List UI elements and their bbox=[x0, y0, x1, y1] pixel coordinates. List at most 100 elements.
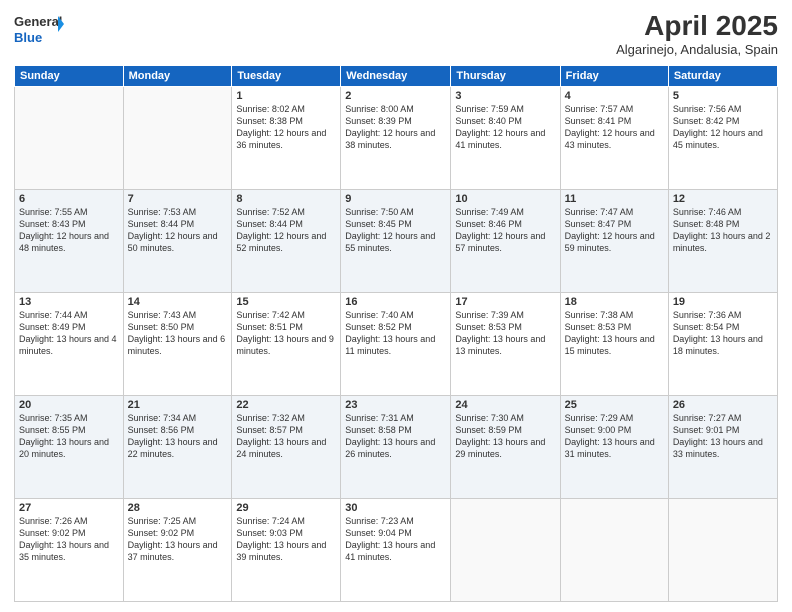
sunset-text: Sunset: 8:45 PM bbox=[345, 219, 412, 229]
daylight-text: Daylight: 13 hours and 31 minutes. bbox=[565, 437, 655, 459]
daylight-text: Daylight: 13 hours and 22 minutes. bbox=[128, 437, 218, 459]
day-number: 23 bbox=[345, 399, 446, 411]
day-info: Sunrise: 7:23 AM Sunset: 9:04 PM Dayligh… bbox=[345, 515, 446, 564]
daylight-text: Daylight: 13 hours and 15 minutes. bbox=[565, 334, 655, 356]
sunrise-text: Sunrise: 7:26 AM bbox=[19, 516, 88, 526]
daylight-text: Daylight: 13 hours and 26 minutes. bbox=[345, 437, 435, 459]
day-number: 19 bbox=[673, 296, 773, 308]
table-row: 5 Sunrise: 7:56 AM Sunset: 8:42 PM Dayli… bbox=[668, 87, 777, 190]
col-monday: Monday bbox=[123, 66, 232, 87]
day-number: 9 bbox=[345, 193, 446, 205]
table-row: 3 Sunrise: 7:59 AM Sunset: 8:40 PM Dayli… bbox=[451, 87, 560, 190]
logo: General Blue bbox=[14, 10, 64, 48]
day-info: Sunrise: 7:43 AM Sunset: 8:50 PM Dayligh… bbox=[128, 309, 228, 358]
sunset-text: Sunset: 8:57 PM bbox=[236, 425, 303, 435]
sunset-text: Sunset: 8:51 PM bbox=[236, 322, 303, 332]
daylight-text: Daylight: 12 hours and 45 minutes. bbox=[673, 128, 763, 150]
day-number: 26 bbox=[673, 399, 773, 411]
day-number: 11 bbox=[565, 193, 664, 205]
day-number: 21 bbox=[128, 399, 228, 411]
day-number: 30 bbox=[345, 502, 446, 514]
table-row: 13 Sunrise: 7:44 AM Sunset: 8:49 PM Dayl… bbox=[15, 293, 124, 396]
daylight-text: Daylight: 12 hours and 59 minutes. bbox=[565, 231, 655, 253]
day-info: Sunrise: 7:35 AM Sunset: 8:55 PM Dayligh… bbox=[19, 412, 119, 461]
sunset-text: Sunset: 8:38 PM bbox=[236, 116, 303, 126]
sunrise-text: Sunrise: 7:47 AM bbox=[565, 207, 634, 217]
day-info: Sunrise: 7:26 AM Sunset: 9:02 PM Dayligh… bbox=[19, 515, 119, 564]
sunset-text: Sunset: 9:00 PM bbox=[565, 425, 632, 435]
sunrise-text: Sunrise: 7:40 AM bbox=[345, 310, 414, 320]
calendar-week-row: 27 Sunrise: 7:26 AM Sunset: 9:02 PM Dayl… bbox=[15, 499, 778, 602]
day-info: Sunrise: 7:46 AM Sunset: 8:48 PM Dayligh… bbox=[673, 206, 773, 255]
table-row: 11 Sunrise: 7:47 AM Sunset: 8:47 PM Dayl… bbox=[560, 190, 668, 293]
daylight-text: Daylight: 13 hours and 24 minutes. bbox=[236, 437, 326, 459]
col-tuesday: Tuesday bbox=[232, 66, 341, 87]
daylight-text: Daylight: 12 hours and 48 minutes. bbox=[19, 231, 109, 253]
day-number: 25 bbox=[565, 399, 664, 411]
sunrise-text: Sunrise: 7:38 AM bbox=[565, 310, 634, 320]
sunset-text: Sunset: 8:49 PM bbox=[19, 322, 86, 332]
logo-svg: General Blue bbox=[14, 10, 64, 48]
day-number: 24 bbox=[455, 399, 555, 411]
sunrise-text: Sunrise: 7:43 AM bbox=[128, 310, 197, 320]
table-row: 24 Sunrise: 7:30 AM Sunset: 8:59 PM Dayl… bbox=[451, 396, 560, 499]
calendar: Sunday Monday Tuesday Wednesday Thursday… bbox=[14, 65, 778, 602]
day-info: Sunrise: 7:50 AM Sunset: 8:45 PM Dayligh… bbox=[345, 206, 446, 255]
table-row bbox=[451, 499, 560, 602]
subtitle: Algarinejo, Andalusia, Spain bbox=[616, 42, 778, 57]
day-number: 13 bbox=[19, 296, 119, 308]
sunrise-text: Sunrise: 7:23 AM bbox=[345, 516, 414, 526]
day-info: Sunrise: 7:40 AM Sunset: 8:52 PM Dayligh… bbox=[345, 309, 446, 358]
day-number: 20 bbox=[19, 399, 119, 411]
sunset-text: Sunset: 8:58 PM bbox=[345, 425, 412, 435]
daylight-text: Daylight: 13 hours and 6 minutes. bbox=[128, 334, 226, 356]
sunset-text: Sunset: 9:02 PM bbox=[19, 528, 86, 538]
sunrise-text: Sunrise: 7:53 AM bbox=[128, 207, 197, 217]
daylight-text: Daylight: 13 hours and 11 minutes. bbox=[345, 334, 435, 356]
calendar-week-row: 6 Sunrise: 7:55 AM Sunset: 8:43 PM Dayli… bbox=[15, 190, 778, 293]
day-number: 7 bbox=[128, 193, 228, 205]
title-block: April 2025 Algarinejo, Andalusia, Spain bbox=[616, 10, 778, 57]
table-row: 14 Sunrise: 7:43 AM Sunset: 8:50 PM Dayl… bbox=[123, 293, 232, 396]
sunrise-text: Sunrise: 7:59 AM bbox=[455, 104, 524, 114]
day-info: Sunrise: 7:30 AM Sunset: 8:59 PM Dayligh… bbox=[455, 412, 555, 461]
table-row bbox=[123, 87, 232, 190]
calendar-header-row: Sunday Monday Tuesday Wednesday Thursday… bbox=[15, 66, 778, 87]
sunset-text: Sunset: 8:53 PM bbox=[455, 322, 522, 332]
sunrise-text: Sunrise: 7:46 AM bbox=[673, 207, 742, 217]
table-row: 6 Sunrise: 7:55 AM Sunset: 8:43 PM Dayli… bbox=[15, 190, 124, 293]
table-row: 21 Sunrise: 7:34 AM Sunset: 8:56 PM Dayl… bbox=[123, 396, 232, 499]
table-row: 18 Sunrise: 7:38 AM Sunset: 8:53 PM Dayl… bbox=[560, 293, 668, 396]
table-row: 27 Sunrise: 7:26 AM Sunset: 9:02 PM Dayl… bbox=[15, 499, 124, 602]
table-row: 23 Sunrise: 7:31 AM Sunset: 8:58 PM Dayl… bbox=[341, 396, 451, 499]
day-number: 17 bbox=[455, 296, 555, 308]
day-info: Sunrise: 8:00 AM Sunset: 8:39 PM Dayligh… bbox=[345, 103, 446, 152]
day-number: 5 bbox=[673, 90, 773, 102]
sunrise-text: Sunrise: 7:29 AM bbox=[565, 413, 634, 423]
table-row: 22 Sunrise: 7:32 AM Sunset: 8:57 PM Dayl… bbox=[232, 396, 341, 499]
sunset-text: Sunset: 8:56 PM bbox=[128, 425, 195, 435]
table-row: 10 Sunrise: 7:49 AM Sunset: 8:46 PM Dayl… bbox=[451, 190, 560, 293]
day-info: Sunrise: 7:42 AM Sunset: 8:51 PM Dayligh… bbox=[236, 309, 336, 358]
sunset-text: Sunset: 8:50 PM bbox=[128, 322, 195, 332]
daylight-text: Daylight: 12 hours and 52 minutes. bbox=[236, 231, 326, 253]
sunset-text: Sunset: 8:54 PM bbox=[673, 322, 740, 332]
day-number: 27 bbox=[19, 502, 119, 514]
day-info: Sunrise: 7:34 AM Sunset: 8:56 PM Dayligh… bbox=[128, 412, 228, 461]
sunset-text: Sunset: 8:48 PM bbox=[673, 219, 740, 229]
sunset-text: Sunset: 9:04 PM bbox=[345, 528, 412, 538]
sunset-text: Sunset: 8:43 PM bbox=[19, 219, 86, 229]
sunrise-text: Sunrise: 7:42 AM bbox=[236, 310, 305, 320]
day-info: Sunrise: 7:44 AM Sunset: 8:49 PM Dayligh… bbox=[19, 309, 119, 358]
daylight-text: Daylight: 13 hours and 37 minutes. bbox=[128, 540, 218, 562]
sunset-text: Sunset: 8:44 PM bbox=[236, 219, 303, 229]
day-info: Sunrise: 7:53 AM Sunset: 8:44 PM Dayligh… bbox=[128, 206, 228, 255]
daylight-text: Daylight: 13 hours and 2 minutes. bbox=[673, 231, 771, 253]
sunset-text: Sunset: 8:39 PM bbox=[345, 116, 412, 126]
sunrise-text: Sunrise: 7:30 AM bbox=[455, 413, 524, 423]
daylight-text: Daylight: 13 hours and 41 minutes. bbox=[345, 540, 435, 562]
sunset-text: Sunset: 8:40 PM bbox=[455, 116, 522, 126]
sunrise-text: Sunrise: 7:56 AM bbox=[673, 104, 742, 114]
day-number: 16 bbox=[345, 296, 446, 308]
day-info: Sunrise: 7:25 AM Sunset: 9:02 PM Dayligh… bbox=[128, 515, 228, 564]
